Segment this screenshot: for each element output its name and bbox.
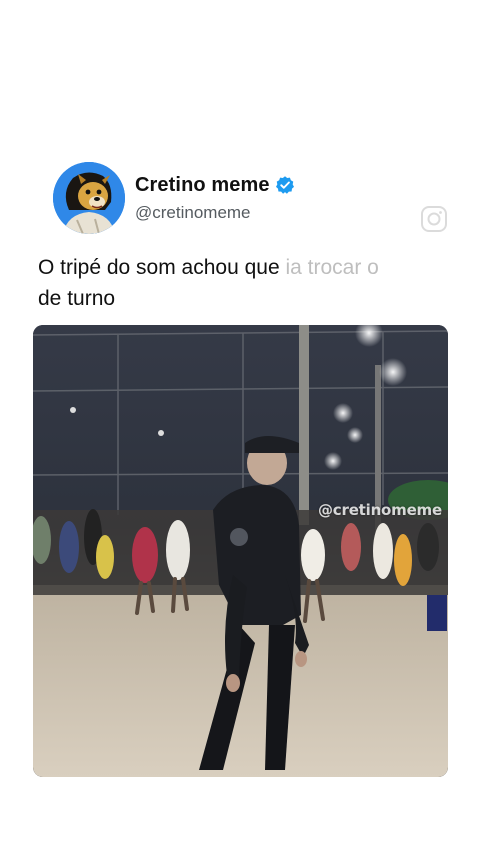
post-header: Cretino meme @cretinomeme xyxy=(53,162,295,234)
dog-avatar-icon[interactable] xyxy=(53,162,125,234)
display-name-row: Cretino meme xyxy=(135,174,295,197)
author-names: Cretino meme @cretinomeme xyxy=(135,174,295,223)
video-watermark: @cretinomeme xyxy=(318,501,442,519)
display-name[interactable]: Cretino meme xyxy=(135,174,270,197)
author-handle[interactable]: @cretinomeme xyxy=(135,203,295,223)
post-caption: O tripé do som achou que ia trocar o de … xyxy=(38,252,458,314)
caption-line2: de turno xyxy=(38,287,116,310)
video-player[interactable]: @cretinomeme xyxy=(33,325,448,777)
instagram-icon xyxy=(421,206,447,232)
caption-main: O tripé do som achou que xyxy=(38,256,286,279)
post-card: Cretino meme @cretinomeme O tripé do som… xyxy=(0,0,480,854)
video-frame xyxy=(33,325,448,777)
caption-faded-tail: o xyxy=(361,256,379,279)
verified-badge-icon xyxy=(275,176,294,194)
caption-faded: ia trocar xyxy=(285,256,362,279)
